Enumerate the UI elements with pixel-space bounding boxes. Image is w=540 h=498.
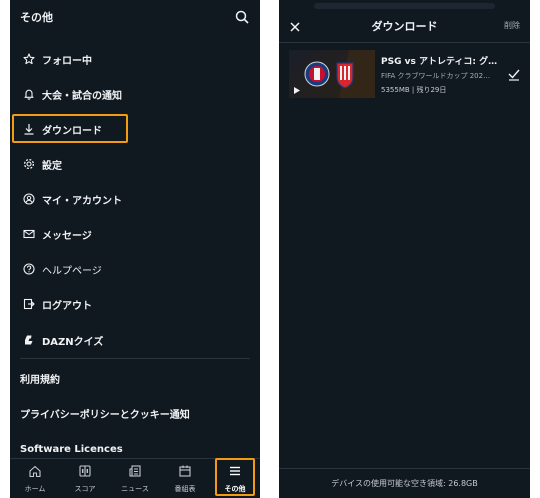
- downloads-screen: ダウンロード 削除 PSG vs アトレティコ: グ… FIFA クラブワールド…: [279, 0, 530, 498]
- menu-item-label: ヘルプページ: [42, 265, 102, 277]
- download-highlight-box: [12, 114, 128, 143]
- calendar-icon: [178, 463, 192, 482]
- page-title: ダウンロード: [371, 20, 438, 33]
- video-thumbnail: [289, 50, 375, 98]
- bell-icon: [22, 87, 36, 101]
- tab-label: スコア: [74, 485, 96, 493]
- menu-item-label: メッセージ: [42, 230, 92, 242]
- sheet-grabber[interactable]: [314, 3, 495, 9]
- menu-item-help[interactable]: ヘルプページ: [10, 255, 260, 283]
- more-screen: その他 フォロー中 大会・試合の通知 ダウンロード 設定 マイ・アカウント メッ…: [10, 0, 260, 498]
- tab-schedule[interactable]: 番組表: [160, 459, 210, 498]
- bottom-tab-bar: ホーム スコア ニュース 番組表 その他: [10, 458, 260, 498]
- menu-item-label: マイ・アカウント: [42, 195, 122, 207]
- check-icon: [507, 66, 521, 85]
- download-subtitle: FIFA クラブワールドカップ 202…: [381, 72, 491, 80]
- menu-item-dazn-quiz[interactable]: DAZNクイズ: [10, 326, 260, 354]
- menu-item-label: 大会・試合の通知: [42, 90, 122, 102]
- menu-item-label: 設定: [42, 160, 62, 172]
- tab-label: 番組表: [174, 485, 196, 493]
- tab-label: ホーム: [24, 485, 46, 493]
- gear-icon: [22, 157, 36, 171]
- divider: [20, 358, 250, 359]
- link-terms[interactable]: 利用規約: [10, 364, 260, 392]
- storage-footer: デバイスの使用可能な空き領域: 26.8GB: [279, 468, 530, 498]
- delete-button[interactable]: 削除: [504, 20, 520, 31]
- download-info: PSG vs アトレティコ: グ… FIFA クラブワールドカップ 202… 5…: [381, 54, 501, 95]
- news-icon: [128, 463, 142, 482]
- menu-item-label: フォロー中: [42, 55, 92, 67]
- menu-item-notifications[interactable]: 大会・試合の通知: [10, 80, 260, 108]
- more-tab-highlight-box: [215, 458, 255, 496]
- home-icon: [28, 463, 42, 482]
- tab-scores[interactable]: スコア: [60, 459, 110, 498]
- link-label: プライバシーポリシーとクッキー通知: [20, 409, 190, 421]
- menu-item-logout[interactable]: ログアウト: [10, 290, 260, 318]
- page-title: その他: [20, 11, 53, 24]
- star-icon: [22, 52, 36, 66]
- tab-label: ニュース: [121, 485, 149, 493]
- header: ダウンロード 削除: [279, 14, 530, 38]
- download-meta: 5355MB | 残り29日: [381, 86, 447, 94]
- close-icon[interactable]: [289, 18, 301, 37]
- user-icon: [22, 192, 36, 206]
- tab-news[interactable]: ニュース: [110, 459, 160, 498]
- download-item[interactable]: PSG vs アトレティコ: グ… FIFA クラブワールドカップ 202… 5…: [289, 48, 525, 100]
- download-title: PSG vs アトレティコ: グ…: [381, 57, 498, 67]
- menu-item-my-account[interactable]: マイ・アカウント: [10, 185, 260, 213]
- menu-item-messages[interactable]: メッセージ: [10, 220, 260, 248]
- menu-item-label: DAZNクイズ: [42, 336, 104, 348]
- link-privacy[interactable]: プライバシーポリシーとクッキー通知: [10, 399, 260, 427]
- mail-icon: [22, 227, 36, 241]
- logout-icon: [22, 297, 36, 311]
- help-icon: [22, 262, 36, 276]
- storage-info: デバイスの使用可能な空き領域: 26.8GB: [331, 479, 478, 488]
- link-label: Software Licences: [20, 443, 123, 455]
- scores-icon: [78, 463, 92, 482]
- search-icon[interactable]: [234, 9, 250, 25]
- tab-home[interactable]: ホーム: [10, 459, 60, 498]
- quiz-icon: [22, 333, 36, 347]
- menu-item-label: ログアウト: [42, 300, 92, 312]
- menu-item-following[interactable]: フォロー中: [10, 45, 260, 73]
- link-label: 利用規約: [20, 374, 60, 386]
- divider: [279, 42, 530, 43]
- menu-item-settings[interactable]: 設定: [10, 150, 260, 178]
- header: その他: [10, 0, 260, 34]
